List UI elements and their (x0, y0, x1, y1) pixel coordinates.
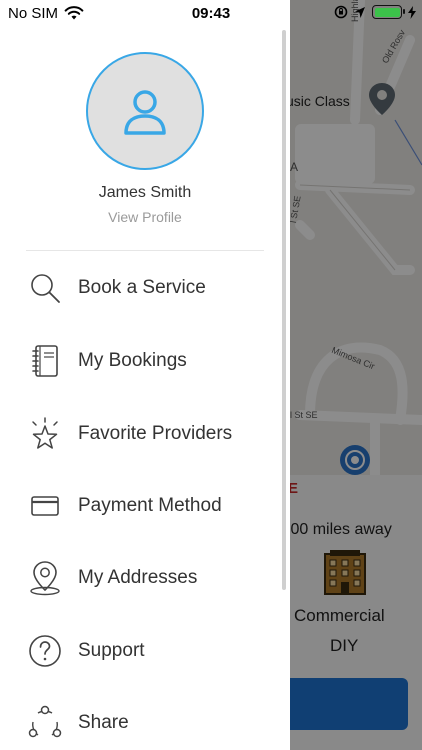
status-bar: No SIM 09:43 (0, 0, 422, 28)
clock: 09:43 (191, 5, 231, 22)
user-icon (124, 90, 166, 135)
menu-item-support[interactable]: Support (0, 621, 282, 681)
menu-item-label: Support (78, 640, 145, 661)
menu-item-book-a-service[interactable]: Book a Service (0, 258, 282, 318)
location-arrow-icon (355, 6, 365, 18)
menu-item-label: Share (78, 712, 129, 733)
menu-item-my-bookings[interactable]: My Bookings (0, 331, 282, 391)
orientation-lock-icon (334, 5, 348, 19)
menu-item-favorite-providers[interactable]: Favorite Providers (0, 404, 282, 464)
search-icon (26, 269, 64, 307)
view-profile-link[interactable]: View Profile (0, 209, 290, 225)
star-icon (26, 415, 64, 453)
status-right (334, 5, 416, 19)
profile-name: James Smith (98, 184, 192, 201)
card-icon (26, 487, 64, 525)
menu-item-label: Favorite Providers (78, 423, 233, 444)
menu-item-label: Payment Method (78, 495, 222, 516)
menu-item-share[interactable]: Share (0, 693, 282, 750)
menu-item-label: Book a Service (78, 277, 206, 298)
side-drawer: James Smith View Profile Book a Service (0, 0, 290, 750)
menu-item-my-addresses[interactable]: My Addresses (0, 548, 282, 608)
battery-icon (372, 5, 405, 19)
notebook-icon (26, 342, 64, 380)
menu-item-label: My Addresses (78, 567, 198, 588)
avatar[interactable] (86, 52, 204, 170)
charging-bolt-icon (408, 5, 416, 19)
menu-item-label: My Bookings (78, 350, 187, 371)
share-icon (26, 704, 64, 742)
question-icon (26, 632, 64, 670)
menu-item-payment-method[interactable]: Payment Method (0, 476, 282, 536)
divider (26, 250, 264, 251)
drawer-scrollbar[interactable] (282, 30, 286, 590)
location-pin-icon (26, 559, 64, 597)
